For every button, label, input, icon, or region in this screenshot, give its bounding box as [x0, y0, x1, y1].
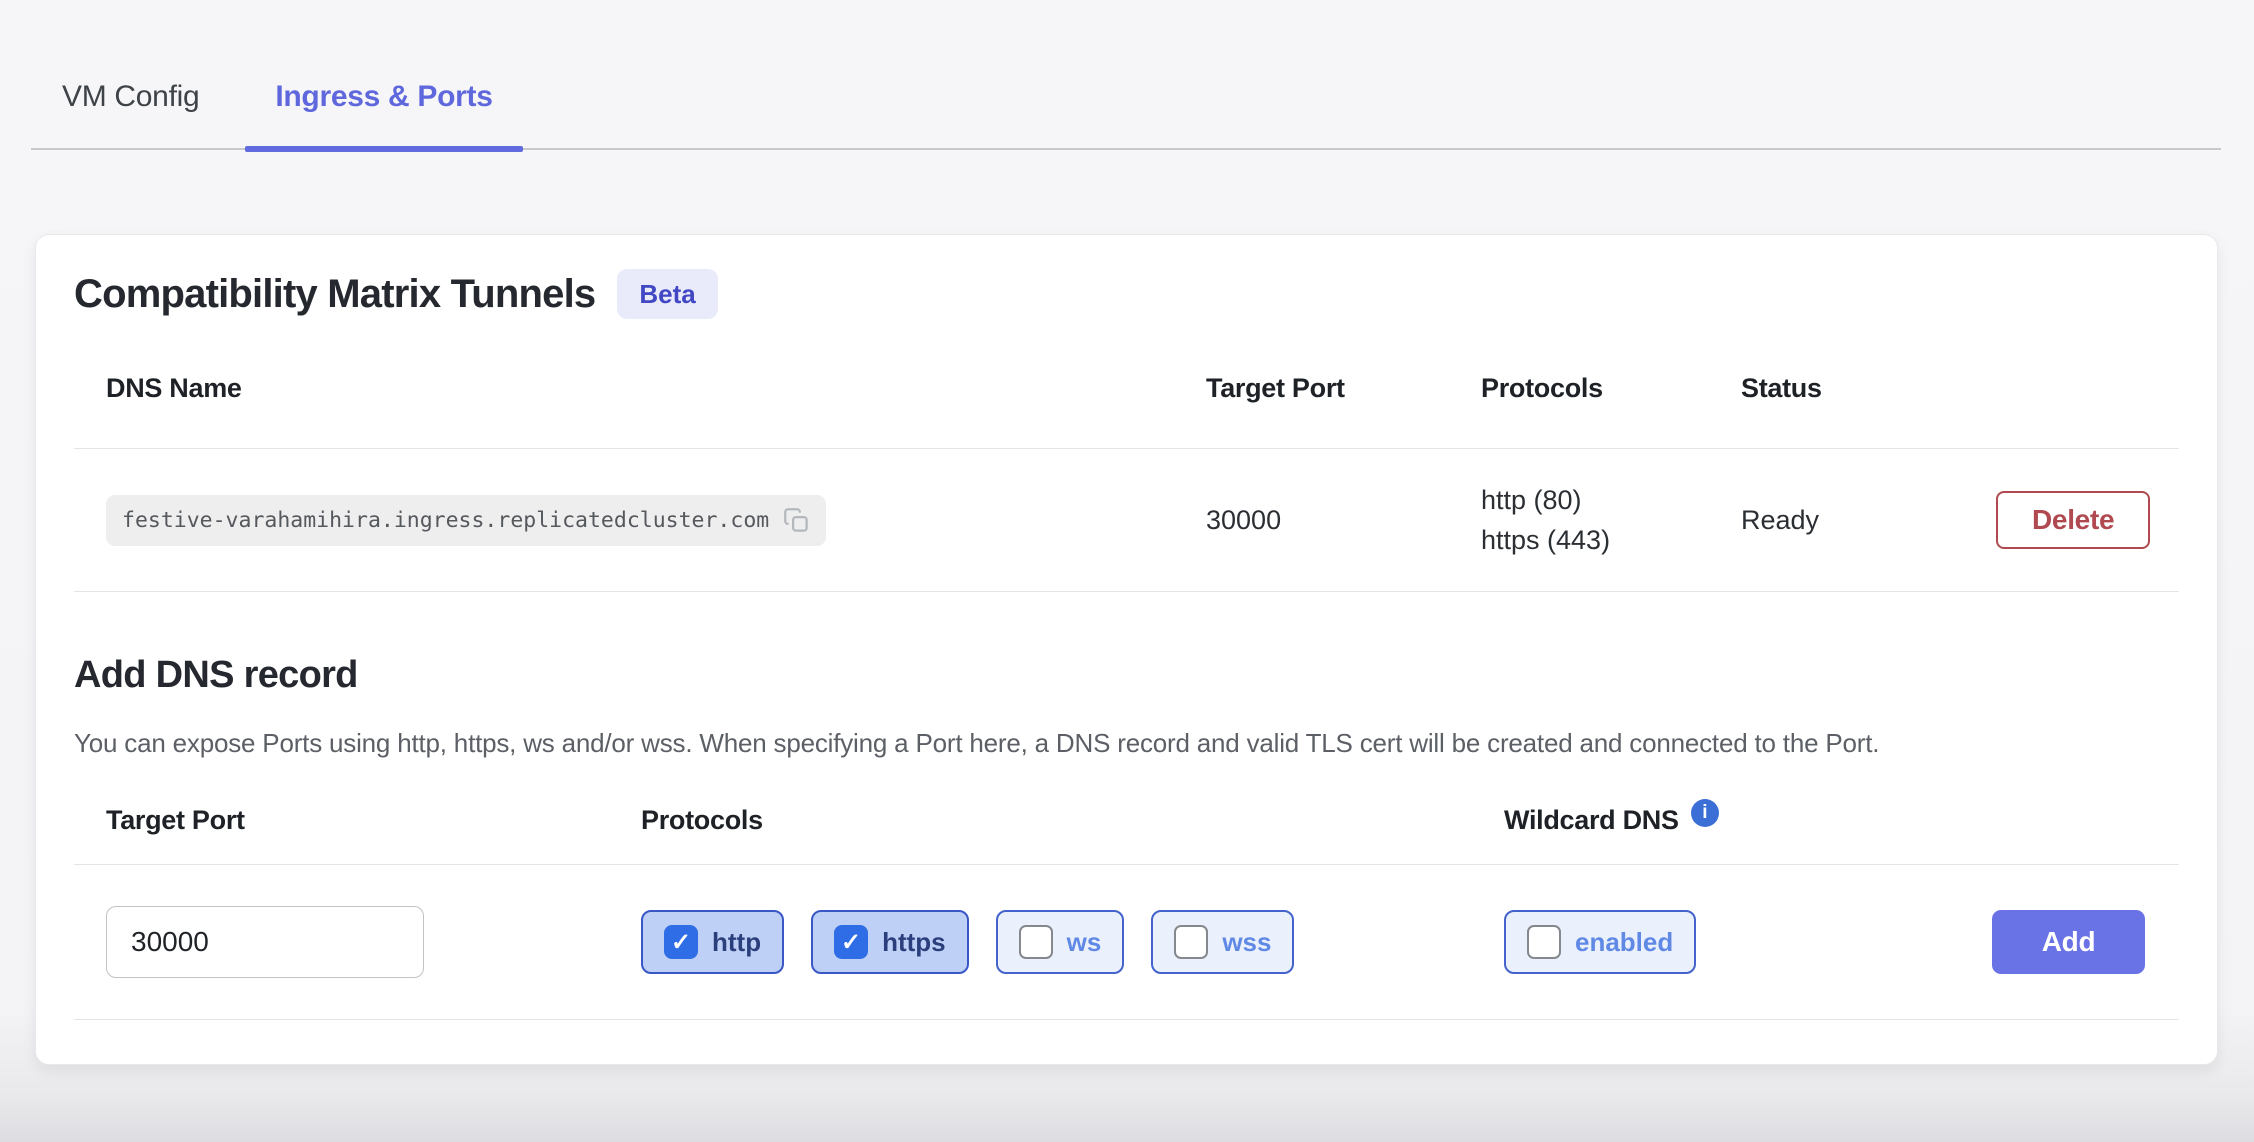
add-dns-title: Add DNS record [74, 654, 2179, 697]
protocol-line-https: https (443) [1481, 520, 1741, 560]
protocol-ws-label: ws [1067, 927, 1102, 958]
status-cell: Ready [1741, 505, 1996, 536]
protocol-chips: ✓ http ✓ https ws wss [641, 910, 1504, 974]
checkbox-checked-icon: ✓ [834, 925, 868, 959]
table-row: festive-varahamihira.ingress.replicatedc… [74, 449, 2179, 592]
active-tab-underline [245, 146, 522, 152]
col-header-dns-name: DNS Name [74, 373, 1206, 404]
target-port-cell: 30000 [1206, 505, 1481, 536]
beta-badge: Beta [617, 269, 717, 319]
wildcard-enabled-checkbox[interactable]: enabled [1504, 910, 1696, 974]
checkbox-unchecked-icon [1527, 925, 1561, 959]
panel-title: Compatibility Matrix Tunnels [74, 272, 595, 317]
label-wildcard-dns-text: Wildcard DNS [1504, 805, 1679, 836]
tab-ingress-ports-label: Ingress & Ports [275, 80, 492, 113]
target-port-input[interactable] [106, 906, 424, 978]
wildcard-enabled-label: enabled [1575, 927, 1673, 958]
info-icon[interactable]: i [1691, 799, 1719, 827]
label-wildcard-dns: Wildcard DNS i [1504, 805, 1921, 836]
tunnels-table: DNS Name Target Port Protocols Status fe… [74, 367, 2179, 592]
add-dns-description: You can expose Ports using http, https, … [74, 723, 2069, 763]
protocol-checkbox-https[interactable]: ✓ https [811, 910, 969, 974]
protocol-wss-label: wss [1222, 927, 1271, 958]
tab-ingress-ports[interactable]: Ingress & Ports [245, 80, 522, 150]
protocol-line-http: http (80) [1481, 480, 1741, 520]
col-header-target-port: Target Port [1206, 373, 1481, 404]
tab-vm-config-label: VM Config [62, 80, 199, 113]
checkbox-unchecked-icon [1019, 925, 1053, 959]
copy-icon[interactable] [783, 507, 810, 534]
checkbox-unchecked-icon [1174, 925, 1208, 959]
label-target-port: Target Port [74, 805, 641, 836]
protocol-checkbox-ws[interactable]: ws [996, 910, 1125, 974]
actions-cell: Delete [1996, 491, 2184, 549]
target-port-input-cell [74, 906, 641, 978]
protocol-checkbox-wss[interactable]: wss [1151, 910, 1294, 974]
protocol-https-label: https [882, 927, 946, 958]
protocol-http-label: http [712, 927, 761, 958]
tab-bar: VM Config Ingress & Ports [0, 0, 2254, 150]
col-header-protocols: Protocols [1481, 373, 1741, 404]
checkbox-checked-icon: ✓ [664, 925, 698, 959]
dns-name-pill: festive-varahamihira.ingress.replicatedc… [106, 495, 826, 546]
page: VM Config Ingress & Ports Compatibility … [0, 0, 2254, 1142]
delete-button[interactable]: Delete [1996, 491, 2150, 549]
card-title-row: Compatibility Matrix Tunnels Beta [74, 269, 2179, 319]
tab-vm-config[interactable]: VM Config [32, 80, 229, 150]
table-header-row: DNS Name Target Port Protocols Status [74, 367, 2179, 449]
add-dns-form-row: ✓ http ✓ https ws wss [74, 865, 2179, 1020]
add-button[interactable]: Add [1992, 910, 2145, 974]
dns-name-value: festive-varahamihira.ingress.replicatedc… [122, 508, 769, 533]
protocol-checkbox-http[interactable]: ✓ http [641, 910, 784, 974]
protocols-cell: http (80) https (443) [1481, 480, 1741, 560]
col-header-status: Status [1741, 373, 1996, 404]
tunnels-card: Compatibility Matrix Tunnels Beta DNS Na… [35, 234, 2218, 1065]
label-protocols: Protocols [641, 805, 1504, 836]
form-labels-row: Target Port Protocols Wildcard DNS i [74, 805, 2179, 865]
wildcard-cell: enabled [1504, 910, 1921, 974]
dns-name-cell: festive-varahamihira.ingress.replicatedc… [74, 495, 1206, 546]
